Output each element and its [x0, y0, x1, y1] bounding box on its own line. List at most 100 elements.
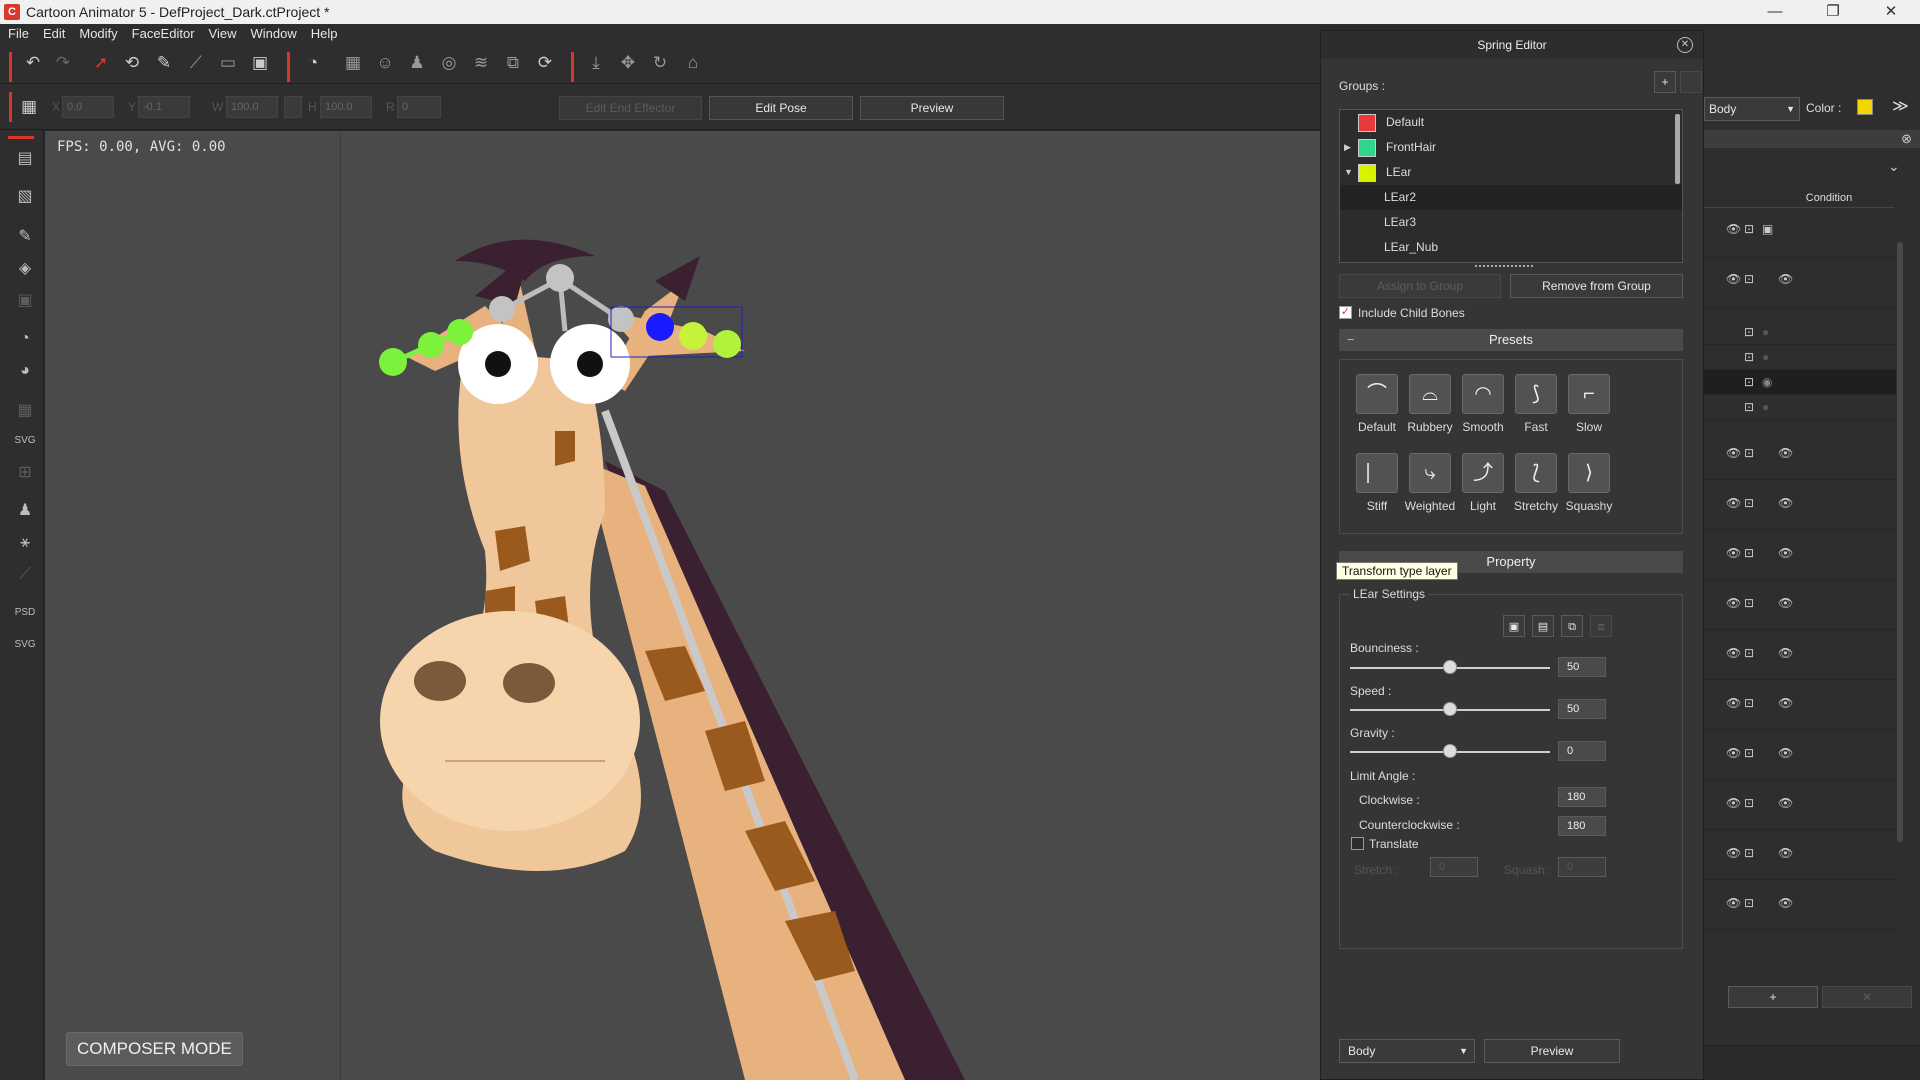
assign-to-group-button[interactable]: Assign to Group [1339, 274, 1501, 298]
layer-row[interactable]: 👁 ⊡ 👁 [1704, 480, 1896, 530]
lock-icon[interactable]: ⊡ [1744, 350, 1754, 364]
collapse-icon[interactable]: − [1347, 329, 1355, 351]
visibility-eye-icon[interactable]: 👁 [1778, 646, 1793, 660]
presets-section-header[interactable]: − Presets [1339, 329, 1683, 351]
group-item-lear-nub[interactable]: LEar_Nub [1340, 235, 1682, 260]
group-item-lear3[interactable]: LEar3 [1340, 210, 1682, 235]
menu-edit[interactable]: Edit [43, 26, 65, 41]
lock-icon[interactable]: ⊡ [1744, 646, 1754, 660]
visibility-eye-icon[interactable]: 👁 [1778, 696, 1793, 710]
spring-tool-icon[interactable]: ⟳ [534, 52, 556, 74]
lock-icon[interactable]: ⊡ [1744, 696, 1754, 710]
add-group-button[interactable]: + [1654, 71, 1676, 93]
lock-icon[interactable]: ⊡ [1744, 746, 1754, 760]
scene-manager-icon[interactable]: ▤ [13, 148, 37, 170]
crop-tool-icon[interactable]: ⧉ [502, 52, 524, 74]
lock-icon[interactable]: ⊡ [1744, 796, 1754, 810]
speed-slider-thumb[interactable] [1443, 702, 1457, 716]
collapse-arrow-icon[interactable]: ▼ [1344, 160, 1353, 185]
preset-fast[interactable]: ⟆ Fast [1510, 374, 1562, 434]
preset-default[interactable]: ⌒ Default [1351, 374, 1403, 434]
frame-tool-icon[interactable]: ▭ [217, 52, 239, 74]
add-layer-button[interactable]: + [1728, 986, 1818, 1008]
gravity-slider-thumb[interactable] [1443, 744, 1457, 758]
lock-ratio-icon[interactable] [284, 96, 302, 118]
preset-stretchy[interactable]: ⟅ Stretchy [1510, 453, 1562, 513]
layer-row[interactable]: 👁 ⊡ 👁 [1704, 780, 1896, 830]
layer-body-select[interactable]: Body ▼ [1704, 97, 1800, 121]
face-puppet-icon[interactable]: ◕ [13, 360, 37, 382]
preset-light[interactable]: ⤴ Light [1457, 453, 1509, 513]
group-list[interactable]: Default ▶ FrontHair ▼ LEar LEar2 LEar3 L… [1339, 109, 1683, 263]
stage-viewport[interactable]: FPS: 0.00, AVG: 0.00 COMPOSER MODE [45, 131, 1320, 1080]
link-tool-icon[interactable]: ⟋ [185, 52, 207, 74]
preset-weighted[interactable]: ⤷ Weighted [1404, 453, 1456, 513]
home-tool-icon[interactable]: ⌂ [682, 52, 704, 74]
preset-slow[interactable]: ⌐ Slow [1563, 374, 1615, 434]
layers-icon[interactable]: ▦ [13, 400, 37, 422]
remove-layer-button[interactable]: ✕ [1822, 986, 1912, 1008]
edit-pose-button[interactable]: Edit Pose [709, 96, 853, 120]
redo-icon[interactable]: ↷ [52, 52, 74, 74]
visibility-eye-icon[interactable]: 👁 [1726, 272, 1741, 286]
rotate-tool-icon[interactable]: ↻ [649, 52, 671, 74]
bone-icon[interactable]: ♟ [13, 500, 37, 522]
lock-icon[interactable]: ⊡ [1744, 446, 1754, 460]
lock-icon[interactable]: ⊡ [1744, 896, 1754, 910]
counterclockwise-input[interactable]: 180 [1558, 816, 1606, 836]
visibility-eye-icon[interactable]: 👁 [1778, 796, 1793, 810]
copy-preset-icon[interactable]: ⧉ [1561, 615, 1583, 637]
close-icon[interactable]: ✕ [1677, 37, 1693, 53]
layer-row[interactable]: 👁 ⊡ 👁 [1704, 530, 1896, 580]
body-tool-icon[interactable]: ♟ [406, 52, 428, 74]
body-select[interactable]: Body ▼ [1339, 1039, 1475, 1063]
remove-group-button[interactable] [1680, 71, 1702, 93]
visibility-eye-icon[interactable]: 👁 [1778, 746, 1793, 760]
group-color-swatch[interactable] [1358, 114, 1376, 132]
giraffe-character[interactable] [45, 131, 1320, 1080]
layers-tool-icon[interactable]: ≋ [470, 52, 492, 74]
layer-row[interactable]: 👁 ⊡ 👁 [1704, 430, 1896, 480]
character-icon[interactable]: ⚹ [13, 532, 37, 554]
close-panel-icon[interactable]: ⊗ [1901, 131, 1912, 147]
r-field[interactable]: 0 [397, 96, 441, 118]
face-tool-icon[interactable]: ☺ [374, 52, 396, 74]
layer-row[interactable]: 👁 ⊡ 👁 [1704, 630, 1896, 680]
remove-from-group-button[interactable]: Remove from Group [1510, 274, 1683, 298]
menu-modify[interactable]: Modify [79, 26, 117, 41]
lock-icon[interactable]: ⊡ [1744, 846, 1754, 860]
menu-faceeditor[interactable]: FaceEditor [132, 26, 195, 41]
preset-squashy[interactable]: ⟩ Squashy [1563, 453, 1615, 513]
bounciness-input[interactable]: 50 [1558, 657, 1606, 677]
preset-rubbery[interactable]: ⌓ Rubbery [1404, 374, 1456, 434]
preview-button[interactable]: Preview [860, 96, 1004, 120]
mask-tool-icon[interactable]: ▣ [249, 52, 271, 74]
bone-tool-icon[interactable]: ✎ [153, 52, 175, 74]
pen-icon[interactable]: ✎ [13, 226, 37, 248]
psd-icon[interactable]: PSD [13, 602, 37, 624]
menu-view[interactable]: View [209, 26, 237, 41]
visibility-eye-icon[interactable]: 👁 [1778, 272, 1793, 286]
group-item-default[interactable]: Default [1340, 110, 1682, 135]
layer-row[interactable]: 👁 ⊡ ▣ [1704, 208, 1896, 258]
color-swatch[interactable] [1857, 99, 1873, 115]
x-field[interactable]: 0.0 [62, 96, 114, 118]
visibility-eye-icon[interactable]: 👁 [1726, 646, 1741, 660]
anchor-tool-icon[interactable]: ⤓ [585, 52, 607, 74]
group-list-scrollbar[interactable] [1675, 114, 1680, 184]
visibility-eye-icon[interactable]: 👁 [1778, 596, 1793, 610]
visibility-eye-icon[interactable]: 👁 [1778, 896, 1793, 910]
clockwise-input[interactable]: 180 [1558, 787, 1606, 807]
y-field[interactable]: -0.1 [138, 96, 190, 118]
visibility-eye-icon[interactable]: 👁 [1726, 596, 1741, 610]
group-item-lear2[interactable]: LEar2 [1340, 185, 1682, 210]
move-tool-icon[interactable]: ✥ [617, 52, 639, 74]
collapse-panel-icon[interactable]: ⌄ [1888, 158, 1900, 175]
spring-preview-button[interactable]: Preview [1484, 1039, 1620, 1063]
group-item-lear[interactable]: ▼ LEar [1340, 160, 1682, 185]
visibility-eye-icon[interactable]: 👁 [1778, 546, 1793, 560]
visibility-eye-icon[interactable]: 👁 [1726, 496, 1741, 510]
visibility-eye-icon[interactable]: 👁 [1778, 496, 1793, 510]
squash-input[interactable]: 0 [1558, 857, 1606, 877]
prop-icon[interactable]: ◈ [13, 258, 37, 280]
